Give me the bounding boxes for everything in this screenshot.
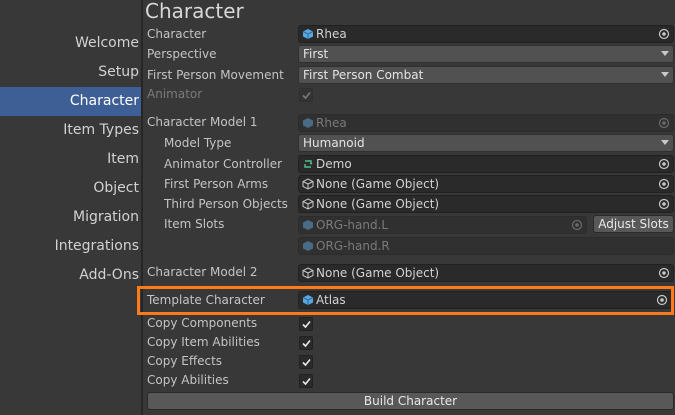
character-value: Rhea: [316, 27, 347, 41]
copy-effects-checkbox[interactable]: [299, 355, 313, 369]
model2-value: None (Game Object): [316, 266, 440, 280]
object-picker-icon[interactable]: [658, 198, 670, 210]
fp-arms-field[interactable]: None (Game Object): [298, 175, 674, 193]
model1-value: Rhea: [316, 116, 347, 130]
copy-components-checkbox[interactable]: [299, 317, 313, 331]
prefab-cube-icon: [302, 29, 314, 39]
prefab-cube-icon: [303, 241, 313, 251]
model-type-dropdown[interactable]: Humanoid: [298, 134, 674, 152]
item-slot-field[interactable]: ORG-hand.R: [298, 237, 674, 255]
chevron-down-icon: [661, 72, 669, 77]
fp-movement-label: First Person Movement: [147, 68, 284, 82]
page-title: Character: [145, 0, 244, 23]
copy-effects-label: Copy Effects: [147, 354, 223, 368]
perspective-dropdown[interactable]: First: [298, 45, 674, 63]
animator-label: Animator: [147, 87, 203, 101]
model-type-label: Model Type: [164, 136, 232, 150]
object-picker-icon[interactable]: [658, 28, 670, 40]
item-slot-field[interactable]: ORG-hand.L: [298, 216, 587, 234]
fp-arms-value: None (Game Object): [316, 177, 440, 191]
sidebar-item-integrations[interactable]: Integrations: [0, 232, 141, 261]
model2-field[interactable]: None (Game Object): [298, 264, 674, 282]
fp-movement-value: First Person Combat: [303, 68, 424, 82]
object-picker-icon[interactable]: [658, 158, 670, 170]
template-highlight-box: [137, 286, 674, 315]
adjust-slots-button[interactable]: Adjust Slots: [593, 215, 674, 233]
fp-movement-dropdown[interactable]: First Person Combat: [298, 66, 674, 84]
object-picker-icon: [658, 117, 670, 129]
prefab-cube-icon: [303, 220, 313, 230]
sidebar-item-item-types[interactable]: Item Types: [0, 116, 141, 145]
copy-abilities-checkbox[interactable]: [299, 374, 313, 388]
copy-abilities-label: Copy Abilities: [147, 373, 229, 387]
checkmark-icon: [302, 358, 311, 367]
animator-checkbox[interactable]: [299, 88, 313, 102]
model2-label: Character Model 2: [147, 265, 258, 279]
perspective-label: Perspective: [147, 47, 217, 61]
game-object-icon: [302, 267, 314, 279]
item-slot-value: ORG-hand.R: [316, 239, 390, 253]
object-picker-icon[interactable]: [658, 267, 670, 279]
game-object-icon: [302, 198, 314, 210]
object-picker-icon: [571, 219, 583, 231]
copy-components-label: Copy Components: [147, 316, 258, 330]
model1-label: Character Model 1: [147, 115, 258, 129]
model1-field[interactable]: Rhea: [298, 114, 674, 132]
tp-objects-label: Third Person Objects: [164, 197, 288, 211]
copy-item-abilities-checkbox[interactable]: [299, 336, 313, 350]
game-object-icon: [302, 178, 314, 190]
sidebar-item-migration[interactable]: Migration: [0, 203, 141, 232]
sidebar-item-welcome[interactable]: Welcome: [0, 29, 141, 58]
tp-objects-value: None (Game Object): [316, 197, 440, 211]
checkmark-icon: [302, 91, 311, 100]
item-slots-label: Item Slots: [164, 217, 225, 231]
chevron-down-icon: [661, 140, 669, 145]
perspective-value: First: [303, 47, 329, 61]
fp-arms-label: First Person Arms: [164, 177, 269, 191]
object-picker-icon[interactable]: [658, 178, 670, 190]
copy-item-abilities-label: Copy Item Abilities: [147, 335, 260, 349]
checkmark-icon: [302, 339, 311, 348]
sidebar-nav: Welcome Setup Character Item Types Item …: [0, 0, 141, 415]
chevron-down-icon: [661, 51, 669, 56]
checkmark-icon: [302, 320, 311, 329]
checkmark-icon: [302, 377, 311, 386]
sidebar-item-character[interactable]: Character: [0, 87, 141, 116]
animator-controller-label: Animator Controller: [164, 157, 283, 171]
sidebar-item-setup[interactable]: Setup: [0, 58, 141, 87]
character-label: Character: [147, 27, 207, 41]
item-slot-value: ORG-hand.L: [316, 218, 389, 232]
prefab-cube-icon: [303, 118, 313, 128]
character-field[interactable]: Rhea: [298, 25, 674, 43]
animator-controller-icon: [304, 160, 313, 168]
sidebar-item-add-ons[interactable]: Add-Ons: [0, 261, 141, 290]
animator-controller-value: Demo: [316, 157, 352, 171]
sidebar-item-object[interactable]: Object: [0, 174, 141, 203]
sidebar-item-item[interactable]: Item: [0, 145, 141, 174]
build-character-button[interactable]: Build Character: [147, 392, 674, 410]
character-panel: Character Character Rhea Perspective Fir…: [143, 0, 675, 415]
tp-objects-field[interactable]: None (Game Object): [298, 195, 674, 213]
model-type-value: Humanoid: [303, 136, 365, 150]
animator-controller-field[interactable]: Demo: [298, 155, 674, 173]
